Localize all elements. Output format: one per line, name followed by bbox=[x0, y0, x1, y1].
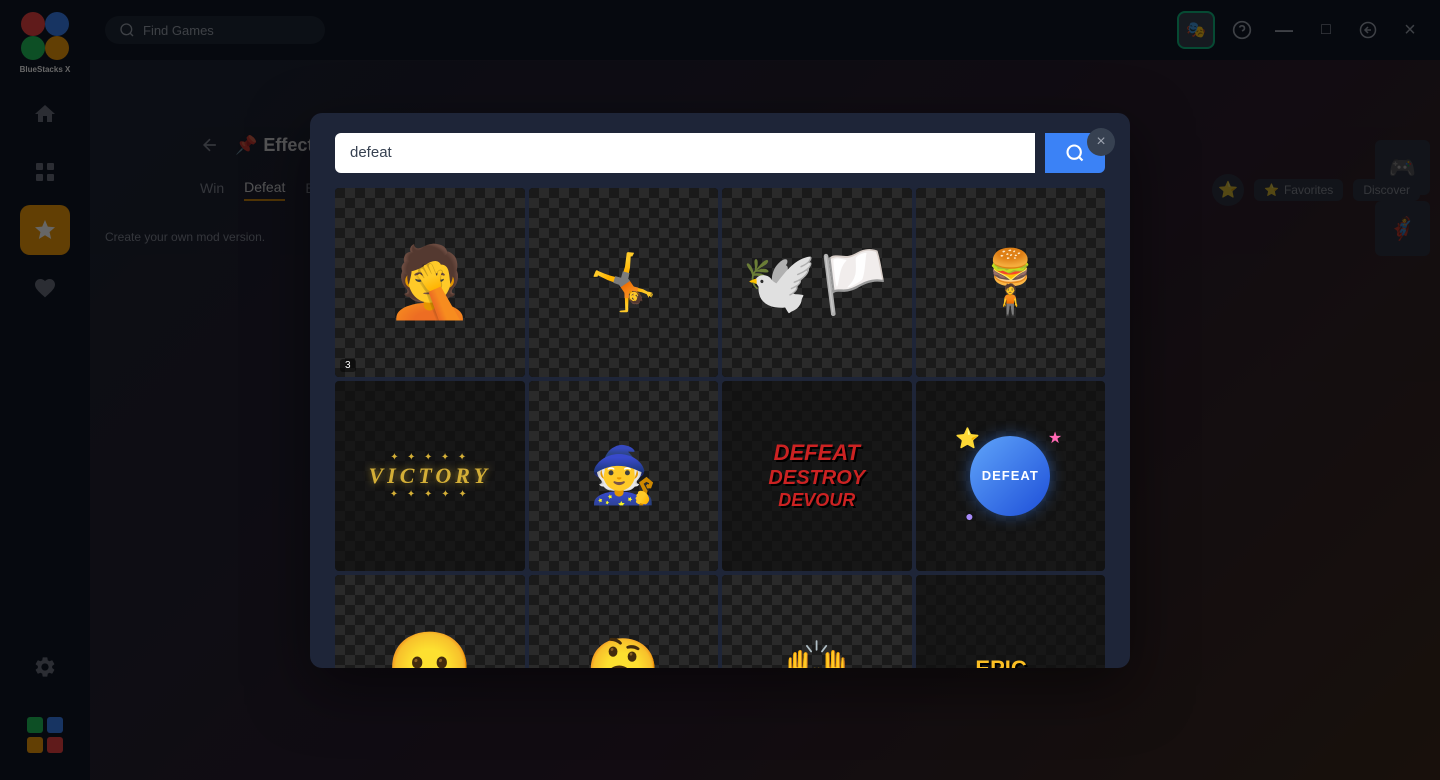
effect-emoji-3: 🕊️🏳️ bbox=[742, 247, 891, 318]
effect-emoji-9: 😶 bbox=[386, 628, 473, 667]
defeat-text: DEFEAT DESTROY DEVOUR bbox=[722, 381, 912, 571]
effect-emoji-2: 🤸 bbox=[589, 250, 657, 315]
modal-grid[interactable]: 🤦 3 🤸 🕊️🏳️ bbox=[310, 188, 1130, 668]
effect-number-1: 3 bbox=[340, 359, 356, 372]
victory-text: ✦ ✦ ✦ ✦ ✦ VICTORY ✦ ✦ ✦ ✦ ✦ bbox=[368, 452, 491, 500]
epic-content: EPIC... bbox=[916, 575, 1106, 668]
effect-item-5[interactable]: ✦ ✦ ✦ ✦ ✦ VICTORY ✦ ✦ ✦ ✦ ✦ bbox=[335, 381, 525, 571]
effect-item-8[interactable]: DEFEAT ⭐ ★ ● bbox=[916, 381, 1106, 571]
effects-grid: 🤦 3 🤸 🕊️🏳️ bbox=[335, 188, 1105, 668]
effect-item-11[interactable]: 🙌 bbox=[722, 575, 912, 668]
defeat-bubble-content: DEFEAT ⭐ ★ ● bbox=[916, 381, 1106, 571]
effect-item-12[interactable]: EPIC... bbox=[916, 575, 1106, 668]
effect-emoji-4: 🍔 🧍 bbox=[988, 247, 1032, 318]
effect-item-10[interactable]: 🤔 bbox=[529, 575, 719, 668]
modal-close-button[interactable]: × bbox=[1087, 128, 1115, 156]
effect-item-3[interactable]: 🕊️🏳️ bbox=[722, 188, 912, 378]
app-container: BlueStacks X bbox=[0, 0, 1440, 780]
effect-emoji-6: 🧙 bbox=[589, 443, 657, 508]
effect-emoji-11: 🙌 bbox=[783, 637, 851, 668]
effect-emoji-10: 🤔 bbox=[586, 634, 661, 668]
modal-overlay[interactable]: × 🤦 bbox=[0, 0, 1440, 780]
modal-search-row bbox=[310, 113, 1130, 188]
effect-item-1[interactable]: 🤦 3 bbox=[335, 188, 525, 378]
effect-item-9[interactable]: 😶 bbox=[335, 575, 525, 668]
effect-item-2[interactable]: 🤸 bbox=[529, 188, 719, 378]
search-modal: × 🤦 bbox=[310, 113, 1130, 668]
effect-item-4[interactable]: 🍔 🧍 bbox=[916, 188, 1106, 378]
effect-emoji-1: 🤦 bbox=[386, 247, 473, 317]
effect-item-6[interactable]: 🧙 bbox=[529, 381, 719, 571]
effect-item-7[interactable]: DEFEAT DESTROY DEVOUR bbox=[722, 381, 912, 571]
modal-search-input[interactable] bbox=[335, 133, 1035, 173]
search-icon bbox=[1065, 143, 1085, 163]
